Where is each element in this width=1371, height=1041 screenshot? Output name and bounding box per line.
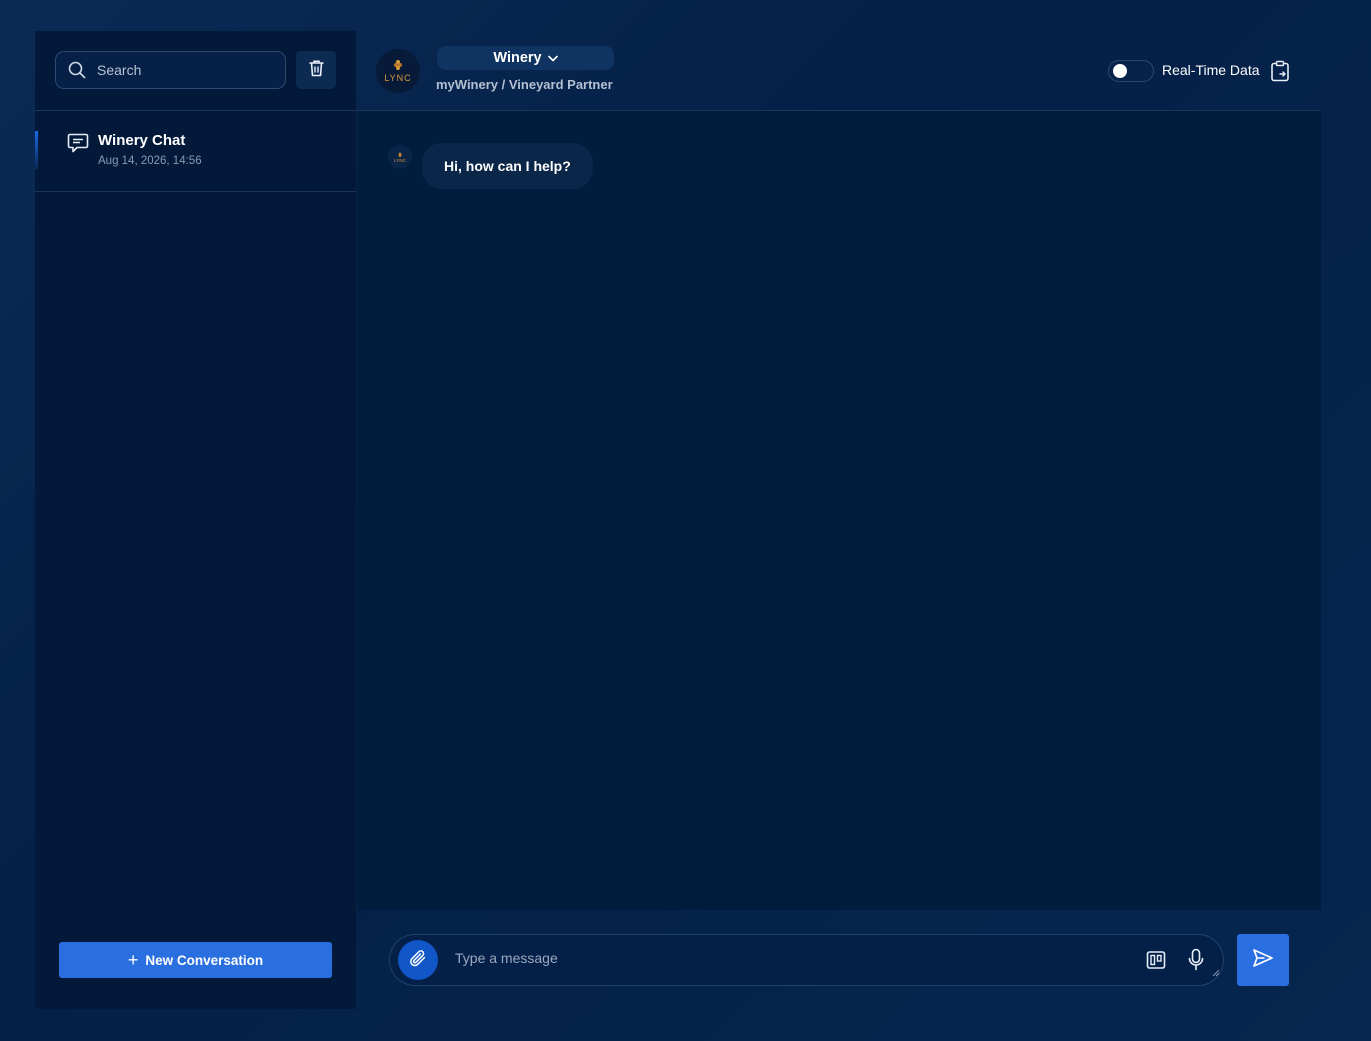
trash-icon xyxy=(308,59,325,82)
assistant-message: Hi, how can I help? xyxy=(422,143,593,189)
realtime-toggle[interactable] xyxy=(1108,60,1154,82)
kanban-icon[interactable] xyxy=(1146,950,1166,975)
workspace-label: Winery xyxy=(493,50,542,66)
conversation-date: Aug 14, 2026, 14:56 xyxy=(98,155,202,167)
conversation-title: Winery Chat xyxy=(98,132,186,149)
conversation-item[interactable]: Winery Chat Aug 14, 2026, 14:56 xyxy=(35,111,356,192)
message-input[interactable] xyxy=(453,949,1117,967)
grape-icon xyxy=(394,60,402,70)
send-button[interactable] xyxy=(1237,934,1289,986)
delete-conversations-button[interactable] xyxy=(296,51,336,89)
workspace-selector[interactable]: Winery xyxy=(437,46,614,70)
logo-text: LYNC xyxy=(384,73,412,83)
resize-grip-icon[interactable] xyxy=(1212,964,1220,982)
new-conversation-label: New Conversation xyxy=(145,952,264,968)
sidebar: Winery Chat Aug 14, 2026, 14:56 + New Co… xyxy=(35,31,356,1009)
lync-logo: LYNC xyxy=(376,49,420,93)
realtime-label: Real-Time Data xyxy=(1162,62,1260,78)
clipboard-icon[interactable] xyxy=(1270,60,1290,87)
plus-icon: + xyxy=(127,949,139,970)
message-composer xyxy=(389,934,1224,986)
avatar-text: LYNC xyxy=(394,157,406,163)
message-text: Hi, how can I help? xyxy=(444,158,571,174)
send-icon xyxy=(1252,948,1274,973)
sidebar-toolbar xyxy=(35,31,356,111)
breadcrumb: myWinery / Vineyard Partner xyxy=(436,77,613,92)
chevron-down-icon xyxy=(547,55,558,62)
message-list: LYNC Hi, how can I help? xyxy=(357,111,1321,910)
chat-header: LYNC Winery myWinery / Vineyard Partner … xyxy=(357,31,1321,111)
new-conversation-button[interactable]: + New Conversation xyxy=(59,942,332,978)
search-input[interactable] xyxy=(95,61,279,79)
paperclip-icon xyxy=(409,949,427,972)
search-icon xyxy=(68,61,86,79)
chat-icon xyxy=(67,132,89,159)
microphone-icon[interactable] xyxy=(1187,948,1205,977)
active-indicator xyxy=(35,131,38,169)
attach-button[interactable] xyxy=(398,940,438,980)
search-box[interactable] xyxy=(55,51,286,89)
toggle-knob xyxy=(1113,64,1127,78)
assistant-avatar: LYNC xyxy=(388,145,412,169)
